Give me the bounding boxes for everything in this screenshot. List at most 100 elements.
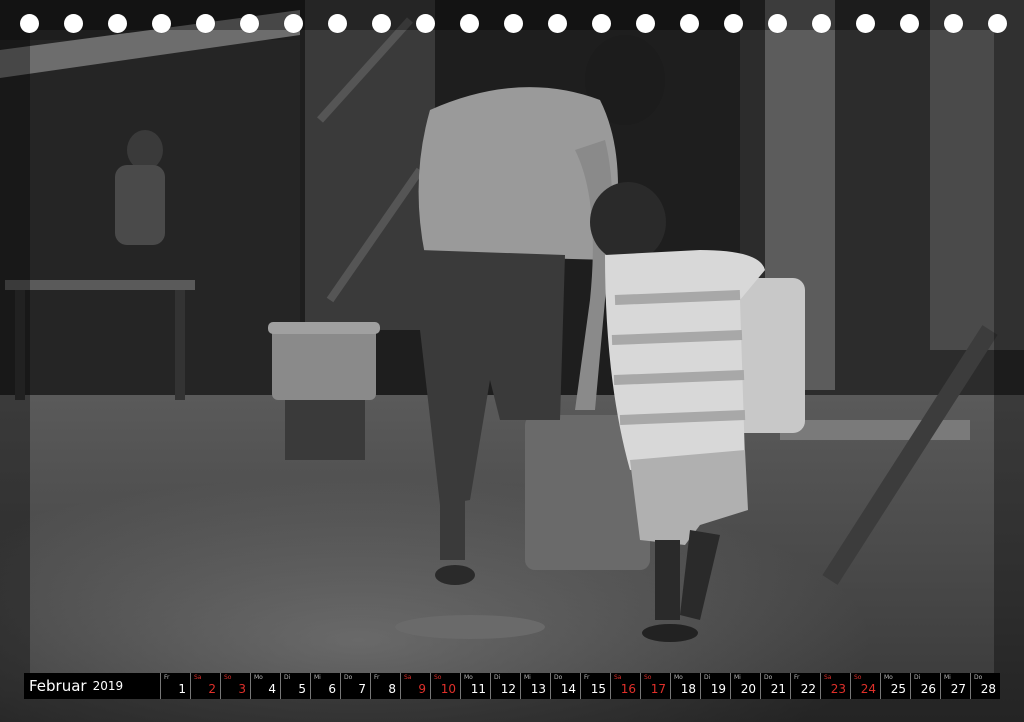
day-cell: Fr 22: [790, 673, 820, 699]
weekday-label: Do: [974, 674, 983, 681]
day-number: 24: [860, 682, 876, 696]
day-cell: Di 19: [700, 673, 730, 699]
day-cell: Mi 6: [310, 673, 340, 699]
binding-hole: [724, 14, 743, 33]
binding-hole: [592, 14, 611, 33]
binding-hole: [856, 14, 875, 33]
day-cell: Mo 4: [250, 673, 280, 699]
day-cell: Sa 2: [190, 673, 220, 699]
weekday-label: Sa: [614, 674, 622, 681]
binding-hole: [768, 14, 787, 33]
weekday-label: Mi: [524, 674, 531, 681]
weekday-label: Fr: [794, 674, 800, 681]
binding-hole: [372, 14, 391, 33]
day-cell: Mo 18: [670, 673, 700, 699]
weekday-label: Mi: [944, 674, 951, 681]
day-number: 28: [980, 682, 996, 696]
day-number: 17: [650, 682, 666, 696]
day-cell: So 17: [640, 673, 670, 699]
day-cell: So 24: [850, 673, 880, 699]
day-number: 14: [560, 682, 576, 696]
day-number: 9: [418, 682, 426, 696]
weekday-label: So: [644, 674, 652, 681]
day-cell: Mi 13: [520, 673, 550, 699]
day-cell: Di 26: [910, 673, 940, 699]
day-cell: Sa 16: [610, 673, 640, 699]
weekday-label: Di: [914, 674, 921, 681]
day-cell: Di 5: [280, 673, 310, 699]
calendar-strip: Februar 2019 Fr 1 Sa 2 So 3 Mo 4 Di 5 Mi 6 Do 7 Fr 8 Sa 9…: [24, 673, 1000, 699]
weekday-label: Mi: [314, 674, 321, 681]
calendar-page: Februar 2019 Fr 1 Sa 2 So 3 Mo 4 Di 5 Mi 6 Do 7 Fr 8 Sa 9…: [0, 0, 1024, 722]
day-cell: Di 12: [490, 673, 520, 699]
day-number: 22: [800, 682, 816, 696]
weekday-label: Mo: [464, 674, 473, 681]
weekday-label: Mo: [674, 674, 683, 681]
day-cell: Do 14: [550, 673, 580, 699]
day-cell: Do 28: [970, 673, 1000, 699]
day-number: 3: [238, 682, 246, 696]
weekday-label: Fr: [374, 674, 380, 681]
day-number: 13: [530, 682, 546, 696]
weekday-label: So: [224, 674, 232, 681]
day-number: 1: [178, 682, 186, 696]
binding-hole: [944, 14, 963, 33]
day-cell: Mo 25: [880, 673, 910, 699]
binding-hole: [460, 14, 479, 33]
weekday-label: Di: [494, 674, 501, 681]
day-cell: Do 21: [760, 673, 790, 699]
weekday-label: Di: [284, 674, 291, 681]
day-number: 26: [920, 682, 936, 696]
day-cell: Sa 23: [820, 673, 850, 699]
binding-hole: [196, 14, 215, 33]
day-number: 5: [298, 682, 306, 696]
day-number: 10: [440, 682, 456, 696]
day-cell: Mi 27: [940, 673, 970, 699]
day-cell: Fr 8: [370, 673, 400, 699]
weekday-label: Do: [344, 674, 353, 681]
weekday-label: Do: [554, 674, 563, 681]
weekday-label: Sa: [824, 674, 832, 681]
binding-hole: [900, 14, 919, 33]
binding-hole: [20, 14, 39, 33]
day-number: 16: [620, 682, 636, 696]
day-cell: So 10: [430, 673, 460, 699]
day-cell: Sa 9: [400, 673, 430, 699]
day-number: 15: [590, 682, 606, 696]
day-number: 18: [680, 682, 696, 696]
day-number: 4: [268, 682, 276, 696]
binding-hole: [636, 14, 655, 33]
weekday-label: So: [434, 674, 442, 681]
day-number: 27: [950, 682, 966, 696]
wooden-door: [305, 0, 435, 330]
binding-hole: [328, 14, 347, 33]
day-cell: Fr 15: [580, 673, 610, 699]
photo: [0, 0, 1024, 722]
day-number: 21: [770, 682, 786, 696]
binding-hole: [284, 14, 303, 33]
day-number: 20: [740, 682, 756, 696]
day-number: 6: [328, 682, 336, 696]
day-number: 25: [890, 682, 906, 696]
binding-hole: [812, 14, 831, 33]
binding-hole: [64, 14, 83, 33]
day-cells: Fr 1 Sa 2 So 3 Mo 4 Di 5 Mi 6 Do 7 Fr 8 Sa 9 So 10 Mo 11 Di 12 M…: [160, 673, 1000, 699]
binding-hole: [548, 14, 567, 33]
binding-hole: [988, 14, 1007, 33]
day-number: 8: [388, 682, 396, 696]
weekday-label: Mo: [884, 674, 893, 681]
binding-holes: [0, 0, 1024, 46]
day-number: 7: [358, 682, 366, 696]
day-number: 23: [830, 682, 846, 696]
day-number: 11: [470, 682, 486, 696]
day-number: 19: [710, 682, 726, 696]
day-number: 12: [500, 682, 516, 696]
binding-hole: [240, 14, 259, 33]
weekday-label: Mi: [734, 674, 741, 681]
day-cell: Fr 1: [160, 673, 190, 699]
weekday-label: So: [854, 674, 862, 681]
day-number: 2: [208, 682, 216, 696]
weekday-label: Mo: [254, 674, 263, 681]
day-cell: Mo 11: [460, 673, 490, 699]
day-cell: So 3: [220, 673, 250, 699]
